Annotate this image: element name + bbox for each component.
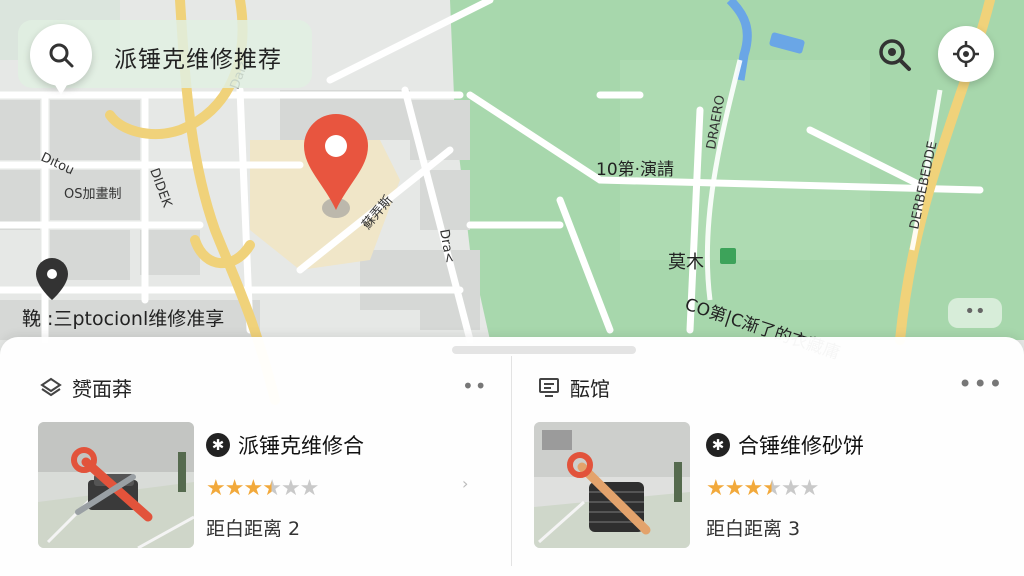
half-star-icon: ★ (762, 476, 782, 501)
shop-distance-1: 距白距离 2 (206, 518, 301, 540)
map-search-button[interactable] (868, 28, 922, 82)
layers-icon (40, 377, 62, 397)
map-more-button[interactable]: •• (948, 298, 1002, 328)
panel-drag-handle[interactable] (452, 346, 636, 354)
search-icon (49, 43, 74, 68)
monitor-icon (539, 378, 559, 397)
rating-stars-2: ★★★★★★ (706, 476, 820, 501)
star-icon: ★ (224, 476, 245, 501)
section-header-2: 酝馆 (538, 372, 610, 402)
star-icon: ★ (243, 476, 263, 501)
shop-title-1[interactable]: ✱ 派锤克维修合 (206, 430, 364, 460)
section-more-button-1[interactable]: •• (462, 374, 488, 398)
wrench-tool-image (38, 422, 194, 548)
shop-name-1: 派锤克维修合 (238, 434, 364, 458)
map-label-left-area: 鞔 :三ptocionl维修准享 (22, 308, 225, 330)
svg-text:OS加畫制: OS加畫制 (64, 187, 122, 202)
shop-thumbnail-1[interactable] (38, 422, 194, 548)
wrench-block-image (534, 422, 690, 548)
badge-icon: ✱ (706, 433, 730, 457)
shop-thumbnail-2[interactable] (534, 422, 690, 548)
chevron-right-icon[interactable]: › (462, 474, 468, 493)
star-icon: ★ (743, 476, 763, 501)
star-icon: ★ (706, 476, 726, 501)
rating-stars-1: ★★★★★★ (206, 476, 320, 501)
section-title-2: 酝馆 (570, 376, 610, 401)
shop-distance-2: 距白距离 3 (706, 518, 801, 540)
star-icon: ★ (724, 476, 745, 501)
my-location-button[interactable] (938, 26, 994, 82)
shop-title-2[interactable]: ✱ 合锤维修砂饼 (706, 430, 864, 460)
map-label-park-poi: 莫木 (668, 252, 704, 273)
section-header-1: 赟面莽 (40, 372, 132, 402)
section-more-button-2[interactable]: ••• (958, 370, 1003, 398)
crosshair-icon (953, 41, 979, 67)
star-icon: ★ (299, 476, 320, 501)
panel-divider (511, 356, 512, 566)
badge-icon: ✱ (206, 433, 230, 457)
star-icon: ★ (780, 476, 801, 501)
star-icon: ★ (280, 476, 301, 501)
section-title-1: 赟面莽 (72, 376, 132, 401)
star-icon: ★ (206, 476, 226, 501)
half-star-icon: ★ (262, 476, 282, 501)
search-query[interactable]: 派锤克维修推荐 (114, 40, 282, 74)
shop-name-2: 合锤维修砂饼 (738, 434, 864, 458)
search-button[interactable] (30, 24, 92, 95)
star-icon: ★ (799, 476, 820, 501)
map-label-park-center: 10第·演請 (596, 160, 675, 180)
zoom-search-icon (879, 39, 911, 71)
